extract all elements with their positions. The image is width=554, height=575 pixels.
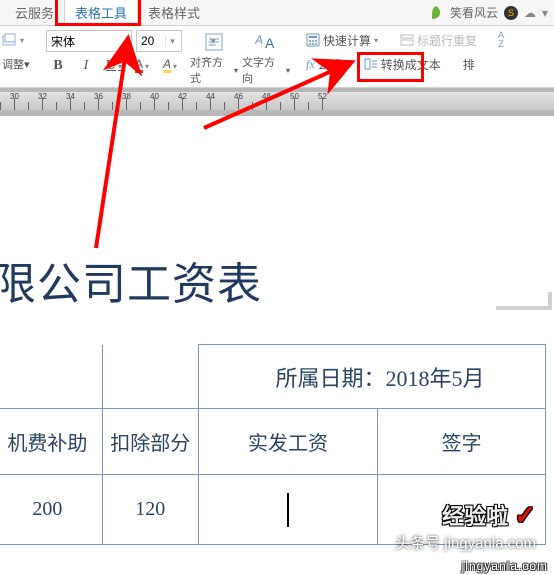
watermark-brand-text: 经验啦 [442, 504, 508, 529]
align-label: 对齐方式 [190, 54, 233, 86]
cell-netpay[interactable] [198, 475, 377, 545]
highlight-letter: A [163, 57, 171, 71]
triangle-down-icon[interactable]: ▾ [542, 6, 548, 20]
sort-button[interactable]: 排 [459, 54, 479, 74]
font-name-input[interactable] [47, 31, 210, 51]
tab-table-tools[interactable]: 表格工具 [64, 0, 138, 25]
title-repeat-button: 标题行重复 [396, 30, 481, 50]
chevron-down-icon[interactable]: ▾ [165, 36, 179, 47]
text-direction-button[interactable]: AA 文字方向▾ [242, 30, 290, 78]
watermark-url: jingyanla.com [462, 559, 548, 573]
ribbon: 调整▾ ▾ ▾ B I U A A [0, 26, 554, 88]
font-color-letter: A [135, 57, 143, 71]
leaf-icon [428, 5, 444, 21]
tab-table-style[interactable]: 表格样式 [137, 0, 211, 25]
calculator-icon [306, 33, 320, 47]
tab-cloud-service[interactable]: 云服务 [4, 0, 65, 25]
title-repeat-label: 标题行重复 [417, 32, 477, 49]
cloud-icon[interactable]: ☁ [524, 6, 536, 20]
font-size-input[interactable] [137, 31, 165, 51]
convert-text-icon [364, 58, 378, 70]
highlight-button[interactable]: A [160, 56, 180, 76]
font-color-button[interactable]: A [132, 56, 152, 76]
page-corner [492, 288, 548, 306]
formula-button[interactable]: fx 公式 [302, 54, 346, 74]
fx-icon: fx [306, 57, 315, 72]
titlebar-right: 笑看风云 S ☁ ▾ [428, 4, 548, 21]
paste-options-icon[interactable] [2, 30, 24, 50]
bold-button[interactable]: B [48, 56, 68, 76]
fast-calc-button[interactable]: 快速计算 ▾ [302, 30, 382, 50]
title-repeat-icon [400, 34, 414, 46]
underline-button[interactable]: U [104, 56, 124, 76]
font-size-combo[interactable]: ▾ [136, 30, 182, 52]
text-cursor [287, 493, 289, 527]
col-header-netpay: 实发工资 [198, 409, 377, 475]
col-header-deduction: 扣除部分 [102, 409, 198, 475]
sort-az-icon: A Z [495, 31, 507, 49]
col-header-subsidy: 机费补助 [0, 409, 102, 475]
font-name-combo[interactable]: ▾ [46, 30, 132, 52]
badge-icon[interactable]: S [504, 6, 518, 20]
formula-label: 公式 [318, 56, 342, 73]
fast-calc-label: 快速计算 [323, 32, 371, 49]
cell-deduction[interactable]: 120 [102, 475, 198, 545]
svg-text:A: A [265, 35, 275, 51]
convert-to-text-button[interactable]: 转换成文本 [360, 54, 445, 74]
svg-text:A: A [255, 33, 263, 47]
sort-label: 排 [463, 56, 475, 73]
cell-subsidy[interactable]: 200 [0, 475, 102, 545]
convert-text-label: 转换成文本 [381, 56, 441, 73]
ruler[interactable]: 303234363840424446485052 [0, 88, 554, 116]
italic-button[interactable]: I [76, 56, 96, 76]
adjust-button[interactable]: 调整▾ [2, 54, 30, 74]
col-header-signature: 签字 [378, 409, 546, 475]
checkmark-icon: ✓ [514, 500, 536, 530]
username-label: 笑看风云 [450, 4, 498, 21]
text-direction-label: 文字方向 [242, 54, 285, 86]
watermark-source: 头条号 jingyanla.com [395, 532, 536, 553]
watermark-brand: 经验啦 ✓ [442, 499, 536, 531]
page-title: 限公司工资表 [0, 248, 262, 312]
align-button[interactable]: 对齐方式▾ [190, 30, 238, 78]
